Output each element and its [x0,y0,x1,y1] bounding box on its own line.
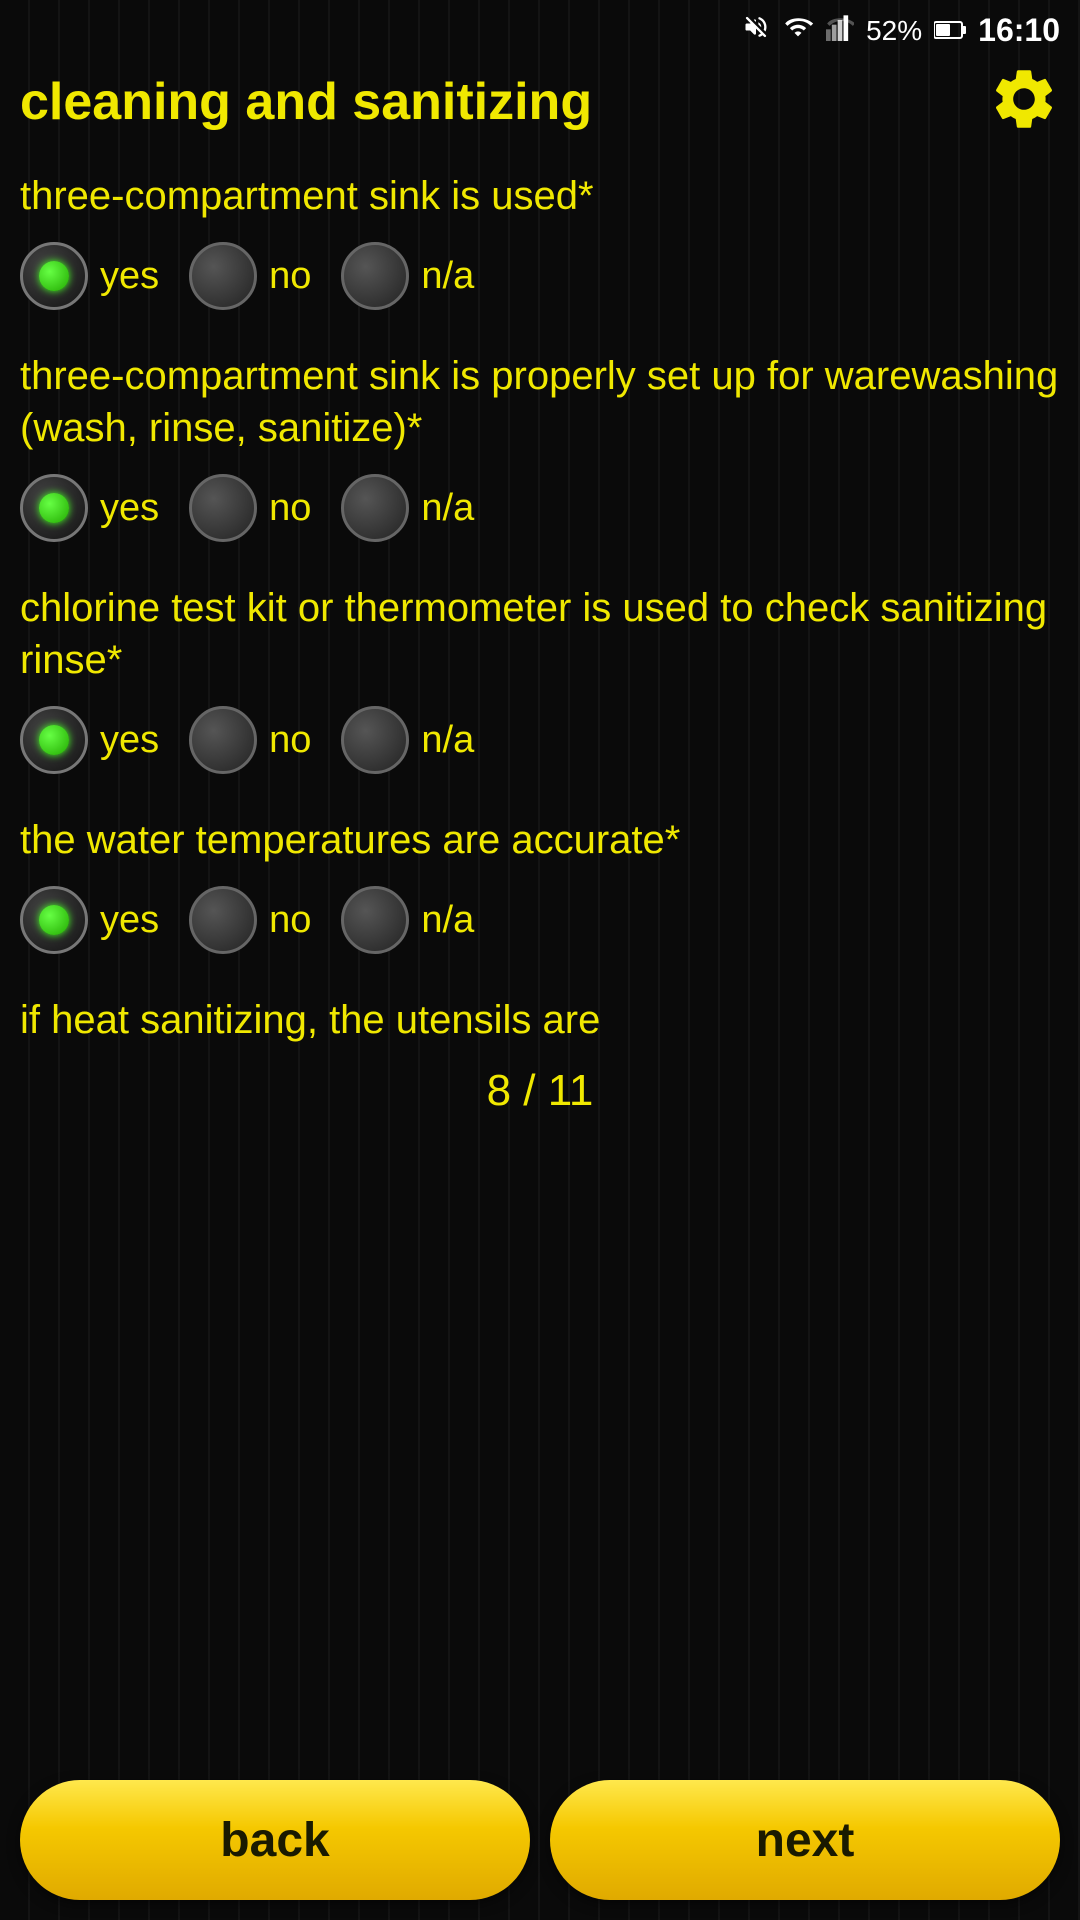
radio-button-na-4[interactable] [341,886,409,954]
radio-button-yes-1[interactable] [20,242,88,310]
radio-group-1: yes no n/a [20,242,1060,310]
radio-button-yes-3[interactable] [20,706,88,774]
bottom-navigation: back next [0,1760,1080,1920]
radio-button-na-1[interactable] [341,242,409,310]
radio-label-na-3: n/a [421,719,474,762]
header: cleaning and sanitizing [0,53,1080,160]
question-label-2: three-compartment sink is properly set u… [20,350,1060,454]
radio-button-no-2[interactable] [189,474,257,542]
radio-button-yes-4[interactable] [20,886,88,954]
time-display: 16:10 [978,12,1060,49]
question-block-4: the water temperatures are accurate* yes… [20,814,1060,954]
radio-button-no-1[interactable] [189,242,257,310]
radio-label-na-2: n/a [421,487,474,530]
signal-icon [826,13,854,48]
radio-group-2: yes no n/a [20,474,1060,542]
battery-text: 52% [866,15,922,47]
radio-group-3: yes no n/a [20,706,1060,774]
question-label-1: three-compartment sink is used* [20,170,1060,222]
radio-option-yes-3[interactable]: yes [20,706,159,774]
status-bar: 52% 16:10 [0,0,1080,53]
radio-label-no-4: no [269,899,311,942]
radio-option-yes-1[interactable]: yes [20,242,159,310]
radio-option-no-2[interactable]: no [189,474,311,542]
question-block-2: three-compartment sink is properly set u… [20,350,1060,542]
content-area: three-compartment sink is used* yes no n… [0,160,1080,1336]
radio-label-no-2: no [269,487,311,530]
question-label-3: chlorine test kit or thermometer is used… [20,582,1060,686]
pagination: 8 / 11 [20,1056,1060,1136]
radio-option-yes-4[interactable]: yes [20,886,159,954]
radio-option-no-1[interactable]: no [189,242,311,310]
radio-label-yes-2: yes [100,487,159,530]
radio-label-no-3: no [269,719,311,762]
radio-label-yes-4: yes [100,899,159,942]
page-title: cleaning and sanitizing [20,72,592,132]
radio-button-no-4[interactable] [189,886,257,954]
radio-button-na-2[interactable] [341,474,409,542]
radio-group-4: yes no n/a [20,886,1060,954]
settings-button[interactable] [988,63,1060,140]
radio-label-yes-3: yes [100,719,159,762]
question-label-4: the water temperatures are accurate* [20,814,1060,866]
radio-option-na-3[interactable]: n/a [341,706,474,774]
partial-question: if heat sanitizing, the utensils are [20,994,1060,1046]
radio-label-na-1: n/a [421,255,474,298]
radio-option-na-2[interactable]: n/a [341,474,474,542]
back-button[interactable]: back [20,1780,530,1900]
radio-option-na-1[interactable]: n/a [341,242,474,310]
question-block-3: chlorine test kit or thermometer is used… [20,582,1060,774]
radio-label-no-1: no [269,255,311,298]
radio-button-yes-2[interactable] [20,474,88,542]
radio-option-no-3[interactable]: no [189,706,311,774]
battery-icon [934,15,966,47]
radio-button-na-3[interactable] [341,706,409,774]
radio-label-na-4: n/a [421,899,474,942]
next-button[interactable]: next [550,1780,1060,1900]
radio-option-no-4[interactable]: no [189,886,311,954]
wifi-icon [782,13,814,48]
question-block-1: three-compartment sink is used* yes no n… [20,170,1060,310]
mute-icon [742,13,770,48]
radio-option-yes-2[interactable]: yes [20,474,159,542]
radio-label-yes-1: yes [100,255,159,298]
radio-option-na-4[interactable]: n/a [341,886,474,954]
radio-button-no-3[interactable] [189,706,257,774]
